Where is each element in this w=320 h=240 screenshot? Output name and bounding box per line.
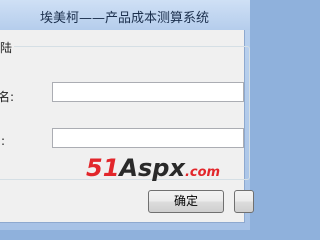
watermark-logo: 51Aspx.com (86, 154, 220, 182)
login-window: 埃美柯——产品成本测算系统 陆 名: : 51Aspx.com 确定 (0, 0, 254, 230)
watermark-part-com: .com (184, 165, 221, 180)
watermark-part-51: 51 (86, 154, 120, 182)
username-label: 名: (0, 90, 15, 104)
window-title: 埃美柯——产品成本测算系统 (40, 11, 210, 26)
cancel-button[interactable] (234, 190, 254, 213)
password-label: : (1, 134, 6, 148)
username-input[interactable] (52, 82, 244, 102)
login-group-legend: 陆 (0, 39, 15, 56)
title-bar[interactable]: 埃美柯——产品成本测算系统 (0, 0, 250, 30)
window-client-area: 陆 名: : 51Aspx.com 确定 (0, 30, 254, 223)
watermark-part-aspx: Aspx (119, 154, 185, 182)
password-input[interactable] (52, 128, 244, 148)
confirm-button[interactable]: 确定 (148, 190, 224, 213)
